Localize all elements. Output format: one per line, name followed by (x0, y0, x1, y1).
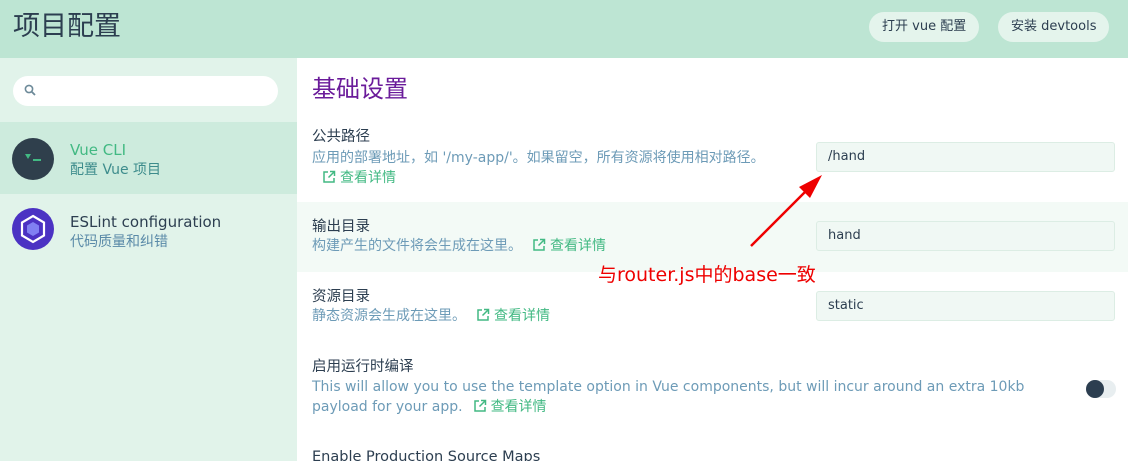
annotation-text: 与router.js中的base一致 (598, 264, 816, 286)
annotation-arrow (750, 175, 822, 247)
